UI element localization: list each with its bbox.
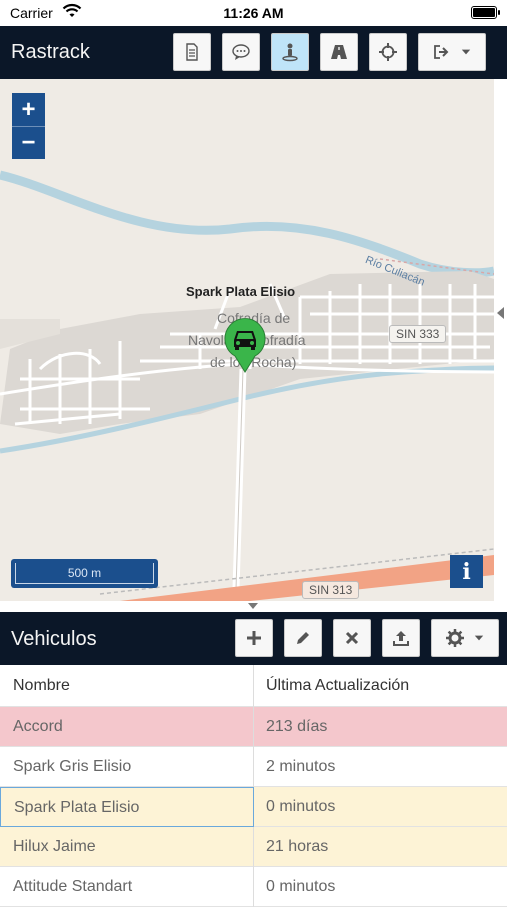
table-row[interactable]: Hilux Jaime 21 horas — [0, 827, 507, 867]
panel-splitter[interactable] — [0, 601, 507, 612]
table-row[interactable]: Spark Gris Elisio 2 minutos — [0, 747, 507, 787]
clock: 11:26 AM — [223, 5, 284, 21]
vehicle-name: Spark Gris Elisio — [0, 747, 254, 787]
vehicle-marker[interactable] — [223, 316, 267, 374]
pencil-icon — [297, 632, 309, 644]
road-shield: SIN 333 — [389, 325, 447, 343]
info-button[interactable]: i — [450, 555, 483, 588]
delete-vehicle-button[interactable] — [333, 619, 371, 657]
vehicle-name: Spark Plata Elisio — [0, 787, 254, 827]
close-icon — [345, 631, 359, 645]
caret-down-icon — [461, 49, 471, 55]
messages-button[interactable] — [222, 33, 260, 71]
app-header: Rastrack — [0, 26, 507, 79]
vehicle-updated: 0 minutos — [266, 798, 336, 815]
vehicle-updated: 2 minutos — [266, 758, 336, 775]
table-row[interactable]: Attitude Standart 0 minutos — [0, 867, 507, 907]
sign-out-icon — [434, 45, 449, 59]
crosshair-icon — [379, 43, 397, 61]
edit-vehicle-button[interactable] — [284, 619, 322, 657]
vehicle-name: Attitude Standart — [0, 867, 254, 907]
gear-icon — [446, 629, 464, 647]
zoom-in-button[interactable]: + — [12, 93, 45, 126]
table-row[interactable]: Spark Plata Elisio 0 minutos — [0, 787, 507, 827]
table-row[interactable]: Accord 213 días — [0, 707, 507, 747]
routes-button[interactable] — [320, 33, 358, 71]
zoom-out-button[interactable]: − — [12, 126, 45, 159]
street-view-button[interactable] — [271, 33, 309, 71]
vehicle-updated: 0 minutos — [266, 878, 336, 895]
car-pin-icon — [224, 318, 266, 373]
vehicle-name: Accord — [0, 707, 254, 747]
road-icon — [331, 45, 347, 59]
battery-icon — [471, 6, 500, 19]
vehicles-table: Nombre Última Actualización Accord 213 d… — [0, 665, 507, 907]
document-icon — [186, 43, 198, 61]
status-bar: Carrier 11:26 AM — [0, 0, 507, 26]
road-shield: SIN 313 — [302, 581, 360, 599]
vehicles-title: Vehiculos — [11, 628, 97, 650]
chat-bubble-icon — [232, 44, 250, 60]
side-panel-toggle[interactable] — [494, 79, 507, 601]
vehicle-name: Hilux Jaime — [0, 827, 254, 867]
chevron-down-icon — [248, 603, 258, 609]
column-header-name[interactable]: Nombre — [0, 665, 254, 707]
plus-icon — [247, 631, 261, 645]
logout-menu-button[interactable] — [418, 33, 486, 71]
vehicle-updated: 213 días — [266, 718, 328, 735]
scale-bar: 500 m — [11, 559, 158, 588]
caret-down-icon — [474, 635, 484, 641]
add-vehicle-button[interactable] — [235, 619, 273, 657]
upload-button[interactable] — [382, 619, 420, 657]
marker-label: Spark Plata Elisio — [186, 284, 296, 299]
settings-menu-button[interactable] — [431, 619, 499, 657]
column-header-updated[interactable]: Última Actualización — [254, 665, 507, 707]
map-view[interactable]: Río Culiacán Cofradía de Navolato (Cofra… — [0, 79, 494, 601]
person-pin-icon — [282, 43, 298, 62]
report-button[interactable] — [173, 33, 211, 71]
upload-icon — [393, 631, 409, 646]
vehicles-header: Vehiculos — [0, 612, 507, 665]
table-header: Nombre Última Actualización — [0, 665, 507, 707]
vehicle-updated: 21 horas — [266, 838, 329, 855]
app-title: Rastrack — [11, 41, 90, 63]
chevron-left-icon — [497, 307, 504, 319]
locate-button[interactable] — [369, 33, 407, 71]
scale-label: 500 m — [15, 563, 154, 584]
